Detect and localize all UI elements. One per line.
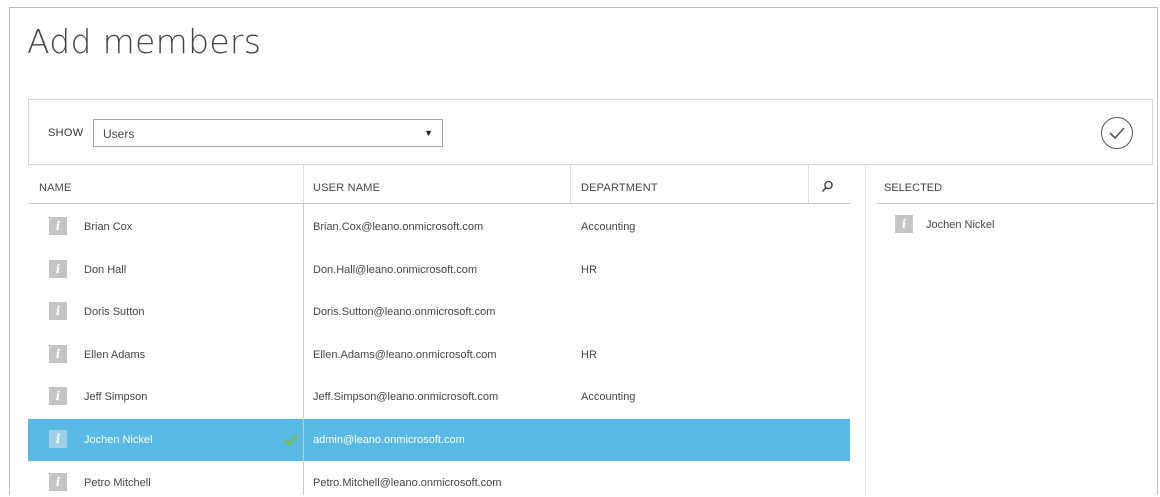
table-row[interactable]: i Doris Sutton Doris.Sutton@leano.onmicr… <box>28 291 850 333</box>
info-icon[interactable]: i <box>49 472 67 491</box>
row-name: Jeff Simpson <box>84 391 148 404</box>
row-user-name: Jeff.Simpson@leano.onmicrosoft.com <box>313 391 499 404</box>
info-icon[interactable]: i <box>49 344 67 363</box>
table-body: i Brian Cox Brian.Cox@leano.onmicrosoft.… <box>28 206 850 495</box>
table-row[interactable]: i Don Hall Don.Hall@leano.onmicrosoft.co… <box>28 249 850 291</box>
info-icon[interactable]: i <box>49 429 67 448</box>
column-divider <box>808 165 809 203</box>
panel-divider <box>865 165 866 495</box>
row-user-name: admin@leano.onmicrosoft.com <box>313 433 465 446</box>
row-name: Jochen Nickel <box>84 433 153 446</box>
table-row[interactable]: i Ellen Adams Ellen.Adams@leano.onmicros… <box>28 334 850 376</box>
dropdown-arrow-icon: ▼ <box>424 128 433 138</box>
header-department[interactable]: DEPARTMENT <box>581 182 658 194</box>
row-name: Doris Sutton <box>84 306 145 319</box>
confirm-button[interactable] <box>1101 117 1133 149</box>
row-department: HR <box>581 263 597 276</box>
info-icon[interactable]: i <box>49 259 67 278</box>
check-icon <box>1109 127 1125 140</box>
members-table: NAME USER NAME DEPARTMENT i Brian Cox Br… <box>28 165 850 495</box>
row-name: Brian Cox <box>84 221 133 233</box>
selected-check-icon <box>284 434 298 446</box>
page-title: Add members <box>27 22 262 61</box>
info-icon[interactable]: i <box>895 215 913 233</box>
filter-bar: SHOW Users ▼ <box>28 99 1153 165</box>
selected-item-name: Jochen Nickel <box>926 219 995 231</box>
column-divider <box>303 165 304 203</box>
row-user-name: Brian.Cox@leano.onmicrosoft.com <box>313 221 484 233</box>
info-icon[interactable]: i <box>49 387 67 406</box>
row-name: Ellen Adams <box>84 348 146 361</box>
show-select[interactable]: Users ▼ <box>93 119 443 147</box>
table-row[interactable]: i Jeff Simpson Jeff.Simpson@leano.onmicr… <box>28 376 850 418</box>
show-select-value: Users <box>103 127 135 141</box>
selected-item[interactable]: i Jochen Nickel <box>876 204 1154 244</box>
info-icon[interactable]: i <box>49 302 67 321</box>
name-column-divider <box>303 203 304 495</box>
selected-header: SELECTED <box>876 165 1154 204</box>
row-name: Don Hall <box>84 263 127 276</box>
search-icon[interactable] <box>821 180 834 193</box>
header-user-name[interactable]: USER NAME <box>313 182 380 194</box>
table-row-selected[interactable]: i Jochen Nickel admin@leano.onmicrosoft.… <box>28 418 850 461</box>
row-user-name: Ellen.Adams@leano.onmicrosoft.com <box>313 348 497 361</box>
add-members-dialog: Add members SHOW Users ▼ NAME USER NAME … <box>9 7 1158 495</box>
row-user-name: Don.Hall@leano.onmicrosoft.com <box>313 263 478 276</box>
selected-header-label: SELECTED <box>884 182 943 194</box>
column-divider <box>570 165 571 203</box>
row-department: Accounting <box>581 391 636 404</box>
row-name: Petro Mitchell <box>84 476 151 489</box>
selected-panel: SELECTED i Jochen Nickel <box>876 165 1154 244</box>
row-user-name: Doris.Sutton@leano.onmicrosoft.com <box>313 306 496 319</box>
show-label: SHOW <box>48 127 84 139</box>
info-icon[interactable]: i <box>49 217 67 235</box>
table-row[interactable]: i Petro Mitchell Petro.Mitchell@leano.on… <box>28 462 850 495</box>
table-header: NAME USER NAME DEPARTMENT <box>28 165 850 204</box>
row-department: HR <box>581 348 597 361</box>
row-user-name: Petro.Mitchell@leano.onmicrosoft.com <box>313 476 502 489</box>
table-row[interactable]: i Brian Cox Brian.Cox@leano.onmicrosoft.… <box>28 206 850 248</box>
header-name[interactable]: NAME <box>39 182 72 194</box>
row-department: Accounting <box>581 221 636 233</box>
